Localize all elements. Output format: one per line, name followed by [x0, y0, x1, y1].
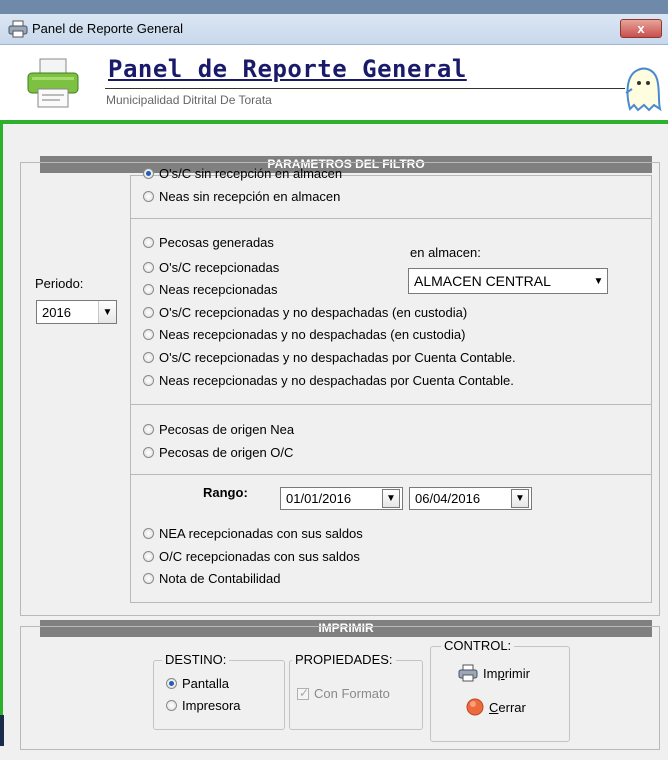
desktop-edge [0, 715, 4, 746]
almacen-label: en almacen: [410, 245, 481, 260]
close-button[interactable]: x [620, 19, 662, 38]
periodo-value: 2016 [42, 304, 71, 320]
stop-icon [466, 698, 484, 716]
radio-label: Pantalla [182, 676, 229, 691]
radio-label: Neas sin recepción en almacen [159, 189, 341, 204]
periodo-label: Periodo: [35, 276, 84, 291]
radio-label: Pecosas de origen O/C [159, 445, 294, 460]
radio-label: NEA recepcionadas con sus saldos [159, 526, 363, 541]
radio-label: O's/C recepcionadas [159, 260, 280, 275]
radio-button[interactable] [143, 551, 154, 562]
radio-neas-recepcionadas[interactable]: Neas recepcionadas [143, 282, 278, 297]
radio-button[interactable] [166, 678, 177, 689]
radio-impresora[interactable]: Impresora [166, 698, 241, 713]
checkbox-label: Con Formato [314, 686, 390, 701]
radio-oc-recepcionadas[interactable]: O's/C recepcionadas [143, 260, 279, 275]
imprimir-label: Imprimir [483, 665, 530, 681]
control-group: CONTROL: [430, 638, 570, 742]
radio-pecosas-generadas[interactable]: Pecosas generadas [143, 235, 274, 250]
chevron-down-icon: ▼ [511, 489, 529, 508]
chevron-down-icon: ▼ [590, 269, 607, 293]
rango-from-picker[interactable]: 01/01/2016 ▼ [280, 487, 403, 510]
radio-neas-cuenta-contable[interactable]: Neas recepcionadas y no despachadas por … [143, 373, 514, 388]
radio-pecosas-origen-oc[interactable]: Pecosas de origen O/C [143, 445, 293, 460]
check-icon[interactable] [297, 686, 309, 700]
accent-line [0, 120, 3, 720]
radio-label: Impresora [182, 698, 241, 713]
printer-icon [458, 664, 478, 682]
radio-neas-sin-recepcion[interactable]: Neas sin recepción en almacen [143, 189, 340, 204]
radio-button[interactable] [143, 237, 154, 248]
radio-label: O's/C sin recepción en almacen [159, 166, 343, 181]
radio-button[interactable] [143, 528, 154, 539]
destino-label: DESTINO: [162, 652, 230, 667]
radio-button[interactable] [143, 573, 154, 584]
almacen-select[interactable]: ALMACEN CENTRAL ▼ [408, 268, 608, 294]
radio-button[interactable] [143, 262, 154, 273]
almacen-value: ALMACEN CENTRAL [414, 273, 551, 289]
page-subtitle: Municipalidad Ditrital De Torata [106, 93, 272, 107]
radio-button[interactable] [143, 375, 154, 386]
periodo-select[interactable]: 2016 ▼ [36, 300, 117, 324]
radio-button[interactable] [143, 352, 154, 363]
radio-label: O's/C recepcionadas y no despachadas (en… [159, 305, 468, 320]
radio-pantalla[interactable]: Pantalla [166, 676, 229, 691]
radio-label: O's/C recepcionadas y no despachadas por… [159, 350, 516, 365]
radio-oc-cuenta-contable[interactable]: O's/C recepcionadas y no despachadas por… [143, 350, 516, 365]
title-bar[interactable]: Panel de Reporte General x [0, 14, 668, 45]
radio-label: Pecosas generadas [159, 235, 274, 250]
control-label: CONTROL: [441, 638, 515, 653]
radio-label: Neas recepcionadas [159, 282, 278, 297]
desktop-strip [0, 0, 668, 14]
radio-oc-sin-recepcion[interactable]: O's/C sin recepción en almacen [143, 166, 342, 181]
radio-oc-saldos[interactable]: O/C recepcionadas con sus saldos [143, 549, 360, 564]
radio-label: Pecosas de origen Nea [159, 422, 295, 437]
printer-icon [8, 20, 28, 38]
cerrar-label: Cerrar [489, 699, 526, 715]
radio-label: O/C recepcionadas con sus saldos [159, 549, 360, 564]
radio-neas-custodia[interactable]: Neas recepcionadas y no despachadas (en … [143, 327, 465, 342]
imprimir-button[interactable]: Imprimir [458, 664, 530, 682]
cerrar-button[interactable]: Cerrar [466, 698, 526, 716]
radio-label: Neas recepcionadas y no despachadas (en … [159, 327, 466, 342]
radio-label: Nota de Contabilidad [159, 571, 281, 586]
divider [131, 404, 651, 405]
radio-button[interactable] [166, 700, 177, 711]
rango-to-picker[interactable]: 06/04/2016 ▼ [409, 487, 532, 510]
radio-oc-custodia[interactable]: O's/C recepcionadas y no despachadas (en… [143, 305, 467, 320]
radio-button[interactable] [143, 191, 154, 202]
window-title: Panel de Reporte General [32, 21, 184, 36]
propiedades-label: PROPIEDADES: [292, 652, 396, 667]
radio-label: Neas recepcionadas y no despachadas por … [159, 373, 514, 388]
rango-from-value: 01/01/2016 [286, 491, 352, 506]
page-title: Panel de Reporte General [108, 55, 467, 83]
chevron-down-icon: ▼ [98, 301, 116, 323]
printer-icon [27, 58, 79, 108]
radio-button[interactable] [143, 329, 154, 340]
divider [131, 474, 651, 475]
rango-label: Rango: [203, 485, 248, 500]
radio-button[interactable] [143, 447, 154, 458]
rango-to-value: 06/04/2016 [415, 491, 481, 506]
radio-nota-contabilidad[interactable]: Nota de Contabilidad [143, 571, 280, 586]
radio-button[interactable] [143, 284, 154, 295]
radio-nea-saldos[interactable]: NEA recepcionadas con sus saldos [143, 526, 363, 541]
radio-button[interactable] [143, 307, 154, 318]
radio-button[interactable] [143, 168, 154, 179]
report-window: Panel de Reporte General x Panel de Repo… [0, 14, 668, 760]
ghost-icon [625, 67, 662, 112]
radio-pecosas-origen-nea[interactable]: Pecosas de origen Nea [143, 422, 294, 437]
chevron-down-icon: ▼ [382, 489, 400, 508]
divider [131, 218, 651, 219]
destino-group: DESTINO: [153, 652, 285, 730]
header-panel: Panel de Reporte General Municipalidad D… [0, 45, 668, 124]
con-formato-checkbox[interactable]: Con Formato [297, 686, 390, 701]
radio-button[interactable] [143, 424, 154, 435]
title-underline [105, 88, 625, 89]
